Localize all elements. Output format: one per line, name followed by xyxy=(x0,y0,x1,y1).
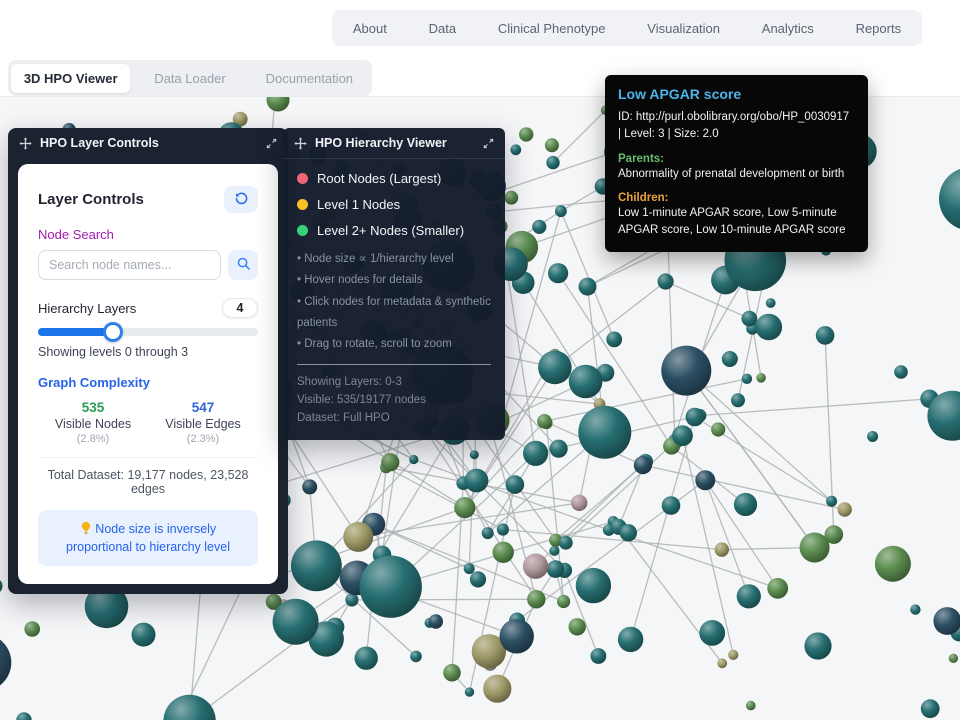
legend-label: Level 1 Nodes xyxy=(317,197,400,212)
divider xyxy=(38,457,258,458)
nav-item-about[interactable]: About xyxy=(343,17,397,40)
visible-nodes-value: 535 xyxy=(38,400,148,415)
tip-box: Node size is inversely proportional to h… xyxy=(38,510,258,566)
nav-item-analytics[interactable]: Analytics xyxy=(752,17,824,40)
visible-nodes-label: Visible Nodes xyxy=(38,417,148,431)
legend-item-level-2-nodes-smaller: Level 2+ Nodes (Smaller) xyxy=(297,223,491,238)
divider xyxy=(297,364,491,365)
layer-controls-title: HPO Layer Controls xyxy=(40,136,159,150)
instructions-list: • Node size ∝ 1/hierarchy level• Hover n… xyxy=(297,249,491,355)
nav-item-visualization[interactable]: Visualization xyxy=(637,17,730,40)
legend: Root Nodes (Largest) Level 1 Nodes Level 2… xyxy=(297,171,491,238)
visible-edges-value: 547 xyxy=(148,400,258,415)
search-icon xyxy=(236,256,251,274)
hierarchy-viewer-title: HPO Hierarchy Viewer xyxy=(315,136,447,150)
visible-edges-pct: (2.3%) xyxy=(148,433,258,445)
status-line: Showing Layers: 0-3 xyxy=(297,374,491,392)
node-tooltip: Low APGAR score ID: http://purl.obolibra… xyxy=(605,75,868,252)
viewer-status: Showing Layers: 0-3Visible: 535/19177 no… xyxy=(297,374,491,427)
tab-documentation[interactable]: Documentation xyxy=(250,64,369,93)
visible-edges-label: Visible Edges xyxy=(148,417,258,431)
instruction-line: • Drag to rotate, scroll to zoom xyxy=(297,334,491,355)
tooltip-children-text: Low 1-minute APGAR score, Low 5-minute A… xyxy=(618,205,855,240)
move-icon[interactable] xyxy=(18,136,32,150)
nav-item-clinical-phenotype[interactable]: Clinical Phenotype xyxy=(488,17,616,40)
collapse-icon[interactable] xyxy=(264,136,278,150)
card-heading: Layer Controls xyxy=(38,191,144,208)
layer-controls-header[interactable]: HPO Layer Controls xyxy=(8,128,288,158)
collapse-icon[interactable] xyxy=(481,136,495,150)
layer-controls-panel: HPO Layer Controls Layer Controls Node S… xyxy=(8,128,288,594)
visible-edges-stat: 547 Visible Edges (2.3%) xyxy=(148,400,258,445)
tab-data-loader[interactable]: Data Loader xyxy=(130,64,249,93)
legend-label: Level 2+ Nodes (Smaller) xyxy=(317,223,464,238)
top-nav: About Data Clinical Phenotype Visualization… xyxy=(332,10,922,46)
complexity-stats: 535 Visible Nodes (2.8%) 547 Visible Edg… xyxy=(38,400,258,445)
hierarchy-layers-label: Hierarchy Layers xyxy=(38,301,136,316)
nav-item-data[interactable]: Data xyxy=(419,17,466,40)
layer-controls-card: Layer Controls Node Search Hierarchy Lay… xyxy=(18,164,278,584)
node-search-label: Node Search xyxy=(38,227,258,242)
hierarchy-layers-slider[interactable] xyxy=(38,328,258,336)
hierarchy-viewer-panel: HPO Hierarchy Viewer Root Nodes (Largest… xyxy=(283,128,505,440)
instruction-line: • Click nodes for metadata & synthetic p… xyxy=(297,292,491,335)
tooltip-parents-text: Abnormality of prenatal development or b… xyxy=(618,166,855,183)
reset-button[interactable] xyxy=(224,186,258,213)
node-search-input[interactable] xyxy=(38,250,221,280)
status-line: Visible: 535/19177 nodes xyxy=(297,392,491,410)
instruction-line: • Hover nodes for details xyxy=(297,270,491,291)
visible-nodes-stat: 535 Visible Nodes (2.8%) xyxy=(38,400,148,445)
instruction-line: • Node size ∝ 1/hierarchy level xyxy=(297,249,491,270)
visible-nodes-pct: (2.8%) xyxy=(38,433,148,445)
search-button[interactable] xyxy=(228,250,258,280)
move-icon[interactable] xyxy=(293,136,307,150)
hierarchy-viewer-header[interactable]: HPO Hierarchy Viewer xyxy=(283,128,505,159)
total-dataset-line: Total Dataset: 19,177 nodes, 23,528 edge… xyxy=(38,468,258,496)
slider-fill xyxy=(38,328,113,336)
graph-complexity-label: Graph Complexity xyxy=(38,375,258,390)
hierarchy-layers-value: 4 xyxy=(222,298,258,318)
tooltip-children-label: Children: xyxy=(618,192,855,204)
slider-thumb[interactable] xyxy=(103,322,123,342)
legend-item-root-nodes-largest: Root Nodes (Largest) xyxy=(297,171,491,186)
view-tab-bar: 3D HPO ViewerData LoaderDocumentation xyxy=(8,60,372,96)
tooltip-parents-label: Parents: xyxy=(618,153,855,165)
legend-label: Root Nodes (Largest) xyxy=(317,171,441,186)
reset-icon xyxy=(234,191,249,209)
nav-item-reports[interactable]: Reports xyxy=(846,17,912,40)
status-line: Dataset: Full HPO xyxy=(297,410,491,428)
lightbulb-icon xyxy=(80,522,95,536)
showing-levels-caption: Showing levels 0 through 3 xyxy=(38,345,258,359)
legend-dot xyxy=(297,225,308,236)
hierarchy-viewer-body: Root Nodes (Largest) Level 1 Nodes Level 2… xyxy=(283,159,505,440)
tooltip-id-line: ID: http://purl.obolibrary.org/obo/HP_00… xyxy=(618,109,855,144)
legend-dot xyxy=(297,199,308,210)
legend-item-level-1-nodes: Level 1 Nodes xyxy=(297,197,491,212)
tooltip-title: Low APGAR score xyxy=(618,86,855,102)
legend-dot xyxy=(297,173,308,184)
tab-3d-hpo-viewer[interactable]: 3D HPO Viewer xyxy=(11,64,130,93)
